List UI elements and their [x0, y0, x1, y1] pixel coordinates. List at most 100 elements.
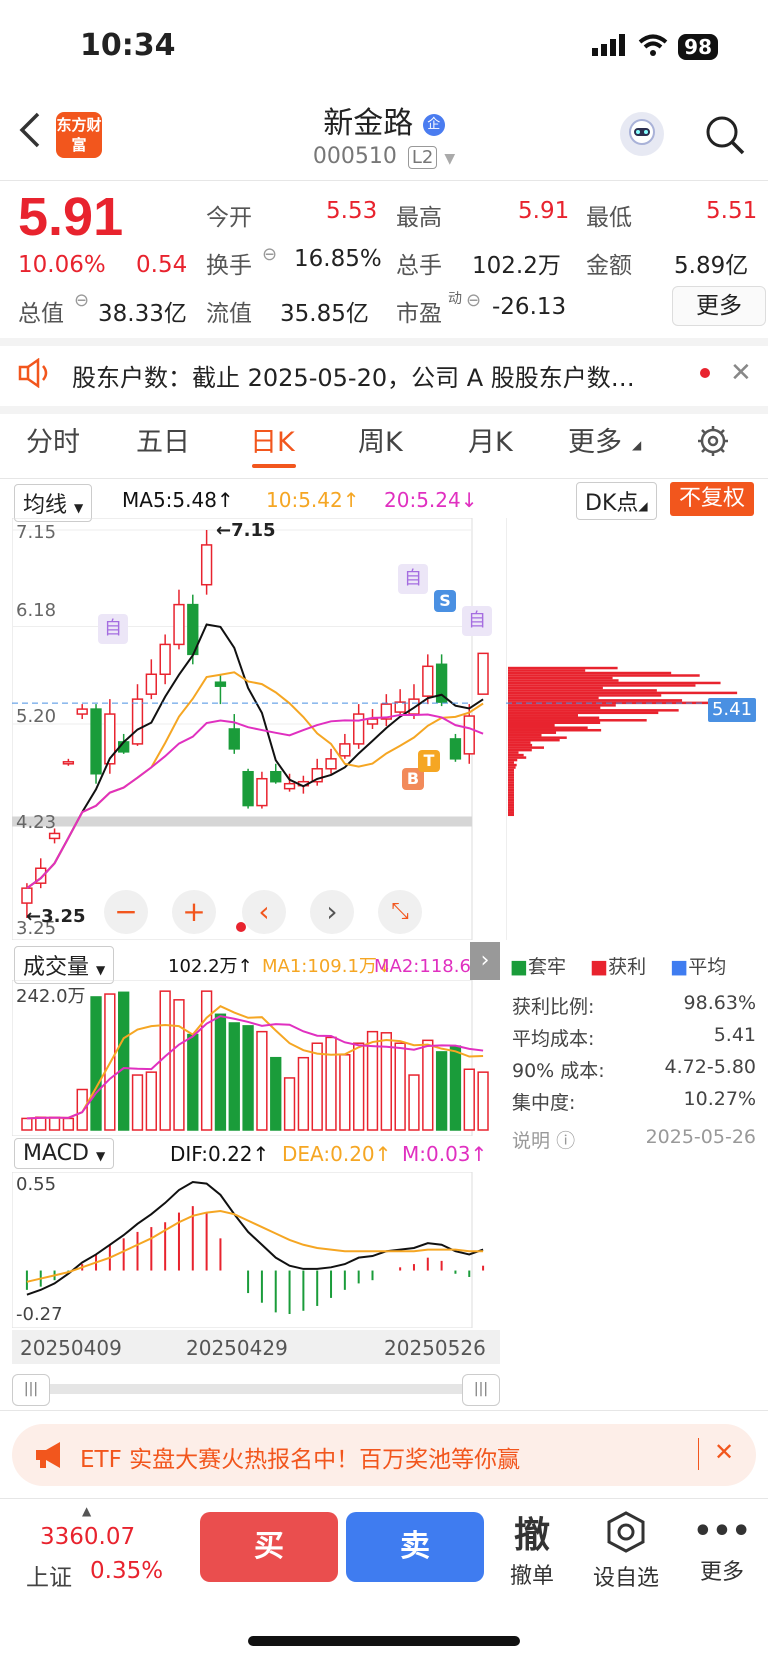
macd-m-legend: M:0.03↑ [402, 1142, 488, 1166]
amount-label: 金额 [586, 253, 632, 279]
amount-value: 5.89亿 [674, 253, 749, 279]
info-icon[interactable]: ⊖ [74, 290, 89, 311]
volume-bar [353, 1042, 365, 1131]
fullscreen-button[interactable]: ⤡ [378, 890, 422, 934]
indicator-select[interactable]: 均线 ▼ [14, 484, 93, 522]
open-label: 今开 [206, 205, 252, 231]
add-watchlist-button[interactable]: 设自选 [586, 1510, 666, 1592]
tab-more[interactable]: 更多 [568, 420, 622, 459]
chip-bar [508, 726, 588, 729]
expand-arrow-button[interactable]: › [470, 942, 500, 980]
chevron-down-icon: ▼ [444, 151, 456, 167]
chip-bar [508, 676, 613, 680]
more-quote-button[interactable]: 更多 [672, 286, 766, 326]
candle [283, 782, 296, 790]
macd-indicator-select[interactable]: MACD ▼ [14, 1138, 115, 1169]
index-value[interactable]: 3360.07 [40, 1524, 135, 1550]
scroll-right-button[interactable]: › [310, 890, 354, 934]
watch-label: 设自选 [592, 1566, 659, 1591]
chevron-down-icon: ▼ [96, 963, 106, 977]
candle [90, 708, 102, 775]
high-label: 最高 [396, 205, 442, 231]
chip-bar [508, 773, 514, 777]
chip-bar [508, 788, 514, 792]
megaphone-icon [32, 1440, 66, 1474]
tab-minute[interactable]: 分时 [26, 420, 80, 459]
gear-icon[interactable] [696, 424, 730, 462]
volume-bar [311, 1042, 323, 1131]
volume-bar [435, 1051, 448, 1131]
candle [228, 728, 240, 750]
chip-bar [508, 758, 518, 762]
volume-indicator-select[interactable]: 成交量 ▼ [14, 946, 115, 984]
chip-bar [508, 781, 514, 784]
range-handle-left[interactable]: ||| [12, 1374, 50, 1406]
info-icon[interactable]: ⊖ [466, 290, 481, 311]
y-tick: 5.20 [16, 706, 57, 727]
date-label: 20250429 [186, 1336, 288, 1360]
battery-indicator: 98 [678, 34, 718, 60]
tab-daily-k[interactable]: 日K [250, 420, 295, 459]
self-select-marker[interactable]: 自 [462, 606, 492, 636]
chip-distribution-chart[interactable] [506, 518, 758, 940]
pe-superscript: 动 [448, 291, 462, 307]
cancel-order-button[interactable]: 撤 撤单 [500, 1506, 564, 1590]
stat-value: 10.27% [683, 1088, 756, 1110]
speaker-icon [18, 357, 54, 392]
dif-legend: DIF:0.22↑ [170, 1142, 270, 1166]
promo-banner[interactable]: ETF 实盘大赛火热报名中！百万奖池等你赢 ✕ [12, 1424, 756, 1486]
chip-bar [508, 711, 659, 715]
dk-point-select[interactable]: DK点◢ [576, 482, 657, 520]
change-percent: 10.06% [18, 252, 106, 278]
chip-bar [508, 778, 514, 782]
stat-label: 平均成本: [512, 1028, 595, 1050]
close-icon[interactable]: ✕ [730, 358, 752, 388]
dea-line [26, 1209, 484, 1283]
volume-bar [283, 1077, 296, 1131]
sell-button[interactable]: 卖 [346, 1512, 484, 1582]
chip-stat-row: 获利比例: 98.63% [512, 992, 756, 1019]
self-select-marker[interactable]: 自 [398, 564, 428, 594]
close-icon[interactable]: ✕ [714, 1438, 734, 1466]
stock-name: 新金路 [323, 106, 414, 141]
range-handle-right[interactable]: ||| [462, 1374, 500, 1406]
candle [242, 771, 254, 807]
tab-weekly-k[interactable]: 周K [358, 420, 403, 459]
candle [104, 713, 116, 765]
macd-top-label: 0.55 [16, 1174, 57, 1195]
zoom-out-button[interactable]: − [104, 890, 148, 934]
zoom-in-button[interactable]: + [172, 890, 216, 934]
search-icon[interactable] [704, 114, 746, 160]
volume-bar [200, 990, 213, 1131]
macd-chart[interactable] [12, 1172, 500, 1328]
divider [0, 338, 768, 346]
info-icon[interactable]: ⊖ [262, 244, 277, 265]
more-menu-button[interactable]: ••• 更多 [690, 1510, 754, 1586]
chip-bar [508, 671, 672, 675]
tab-five-day[interactable]: 五日 [136, 420, 190, 459]
volume-legend: 102.2万↑ [168, 956, 253, 977]
chip-note-row[interactable]: 说明 ⓘ 2025-05-26 [512, 1126, 756, 1153]
notice-text[interactable]: 股东户数：截止 2025-05-20，公司 A 股股东户数… [72, 358, 672, 393]
legend-trapped: 套牢 [527, 956, 566, 978]
assistant-avatar[interactable] [620, 112, 664, 156]
stat-value: 98.63% [683, 992, 756, 1014]
volume-bar [422, 1039, 434, 1131]
tab-monthly-k[interactable]: 月K [468, 420, 513, 459]
more-dots-icon: ••• [693, 1514, 751, 1549]
t-signal-marker[interactable]: T [418, 750, 440, 772]
buy-button[interactable]: 买 [200, 1512, 338, 1582]
scroll-left-button[interactable]: ‹ [242, 890, 286, 934]
y-tick: 6.18 [16, 600, 57, 621]
adjust-button[interactable]: 不复权 [670, 482, 754, 516]
chip-bar [508, 811, 514, 814]
chip-bar [508, 709, 679, 712]
signal-icon [592, 34, 628, 60]
chip-bar [508, 694, 662, 697]
info-icon: ⓘ [556, 1130, 576, 1152]
chip-bar [508, 736, 567, 739]
sell-signal-marker[interactable]: S [434, 590, 456, 612]
self-select-marker[interactable]: 自 [98, 614, 128, 644]
ma5-legend: MA5:5.48↑ [122, 488, 234, 512]
chip-bar [508, 796, 514, 799]
